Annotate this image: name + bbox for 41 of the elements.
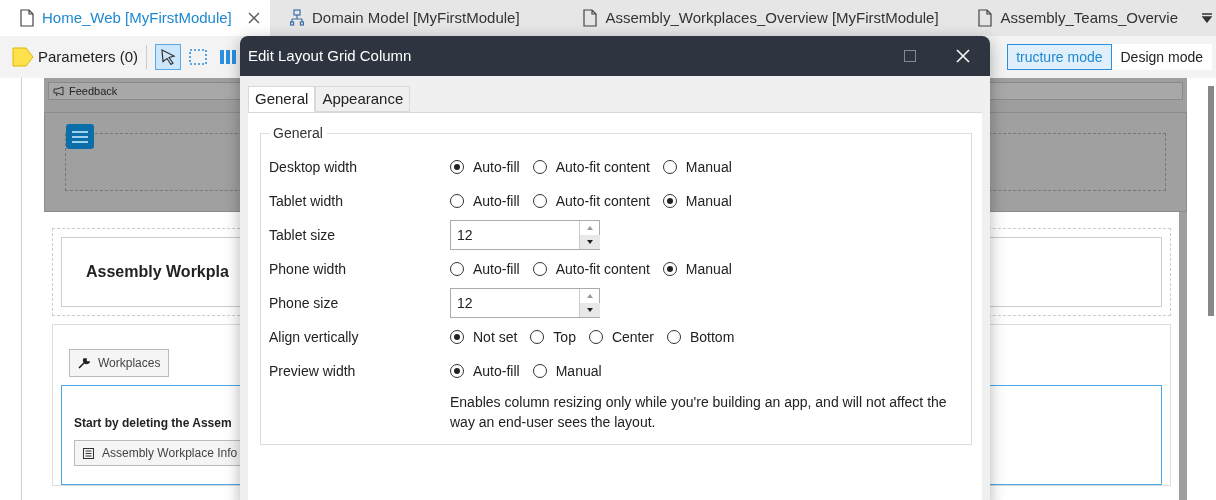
radio-label: Auto-fill: [473, 157, 520, 177]
radio-label: Not set: [473, 327, 518, 347]
radio-label: Auto-fit content: [555, 157, 650, 177]
radio-label: Auto-fit content: [555, 259, 650, 279]
field-label: Phone width: [269, 260, 348, 279]
field-label: Tablet width: [269, 192, 344, 211]
radio-label: Auto-fill: [473, 259, 520, 279]
radio-label: Manual: [685, 157, 732, 177]
page-heading: Assembly Workpla: [86, 262, 229, 282]
instruction-text: Start by deleting the Assem: [74, 415, 232, 432]
radio-label: Auto-fill: [473, 191, 520, 211]
dialog-tab[interactable]: Appearance: [315, 86, 411, 112]
dialog-tab[interactable]: General: [248, 86, 316, 112]
field-label: Phone size: [269, 294, 340, 313]
mode-button[interactable]: Design mode: [1111, 44, 1212, 70]
radio-label: Bottom: [689, 327, 735, 347]
workplaces-button[interactable]: Workplaces: [69, 349, 170, 377]
tab-label: Home_Web [MyFirstModule]: [42, 7, 232, 28]
radio-label: Center: [611, 327, 654, 347]
help-text: Enables column resizing only while you're building an app, and will not affect the way an end-user sees the layout.: [450, 393, 948, 432]
dialog-title: Edit Layout Grid Column: [248, 45, 413, 66]
spinner-value: 12: [456, 226, 474, 245]
parameters-label[interactable]: Parameters (0): [38, 45, 139, 69]
radio-label: Manual: [555, 361, 602, 381]
number-spinner[interactable]: 12: [450, 288, 600, 318]
radio-label: Auto-fit content: [555, 191, 650, 211]
radio-label: Top: [553, 327, 576, 347]
tab-label: Assembly_Workplaces_Overview [MyFirstModule]: [605, 7, 939, 28]
field-label: Tablet size: [269, 226, 337, 245]
editor-tab[interactable]: Home_Web [MyFirstModule]: [0, 0, 270, 36]
number-spinner[interactable]: 12: [450, 220, 600, 250]
feedback-label: Feedback: [69, 83, 118, 99]
radio-label: Auto-fill: [473, 361, 520, 381]
field-label: Preview width: [269, 362, 357, 381]
field-label: Desktop width: [269, 158, 358, 177]
field-label: Align vertically: [269, 328, 360, 347]
radio-label: Manual: [685, 191, 732, 211]
tab-label: Assembly_Teams_Overvie: [1000, 7, 1178, 28]
tab-label: Domain Model [MyFirstModule]: [312, 7, 520, 28]
radio-label: Manual: [685, 259, 732, 279]
spinner-value: 12: [456, 294, 474, 313]
